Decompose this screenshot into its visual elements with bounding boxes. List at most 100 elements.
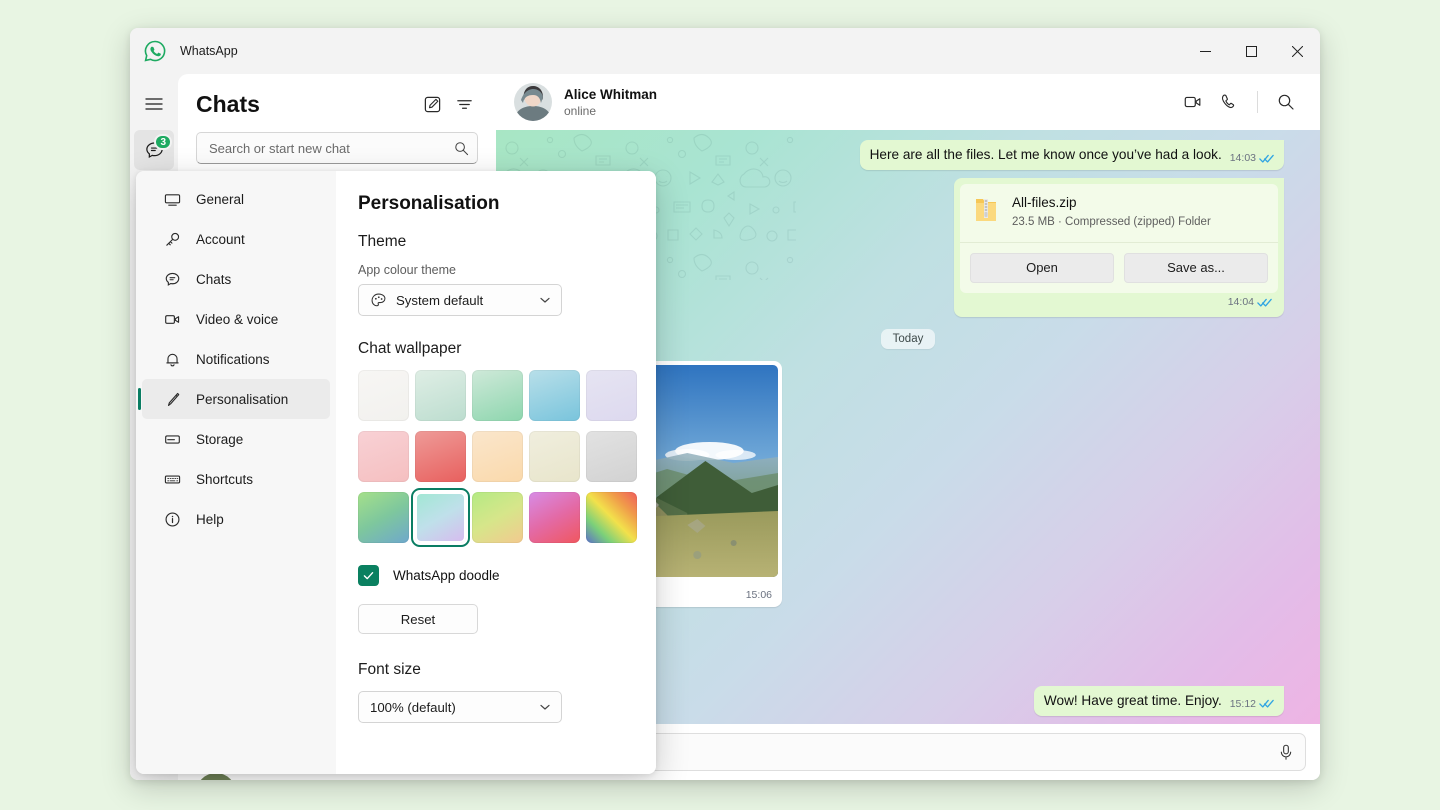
app-colour-theme-dropdown[interactable]: System default [358,284,562,316]
chevron-down-icon [539,701,551,713]
brush-icon [162,391,182,408]
sidebar-item-label: Video & voice [196,312,278,327]
sidebar-item-label: Personalisation [196,392,288,407]
divider [1257,91,1258,113]
file-actions: Open Save as... [960,243,1278,293]
filter-icon[interactable] [448,88,480,120]
sidebar-item-general[interactable]: General [142,179,330,219]
info-icon [162,511,182,528]
wallpaper-swatch-purple-red[interactable] [529,492,580,543]
swatch-colour [415,492,466,543]
avatar[interactable] [514,83,552,121]
sidebar-item-label: Shortcuts [196,472,253,487]
wallpaper-swatch-green[interactable] [472,370,523,421]
doodle-checkbox[interactable] [358,565,379,586]
phone-call-icon[interactable] [1213,86,1245,118]
new-chat-compose-icon[interactable] [416,88,448,120]
storage-icon [162,431,182,448]
message-time: 15:06 [746,588,772,602]
wallpaper-swatch-grey[interactable] [586,431,637,482]
chevron-down-icon [539,294,551,306]
wallpaper-swatch-lavender[interactable] [586,370,637,421]
sidebar-item-label: Account [196,232,245,247]
read-receipt-icon [1259,698,1274,709]
zip-folder-icon [974,196,1000,229]
app-colour-theme-value: System default [396,293,530,308]
sidebar-item-help[interactable]: Help [142,499,330,539]
swatch-colour [586,370,637,421]
wallpaper-swatch-pale-mint[interactable] [415,370,466,421]
wallpaper-swatch-green-blue[interactable] [358,492,409,543]
font-size-dropdown[interactable]: 100% (default) [358,691,562,723]
sidebar-item-chats[interactable]: Chats [142,259,330,299]
read-receipt-icon [1257,297,1272,308]
swatch-colour [586,431,637,482]
swatch-colour [415,370,466,421]
wallpaper-swatch-blue[interactable] [529,370,580,421]
wallpaper-swatch-mint-lilac[interactable] [415,492,466,543]
search-icon [454,141,469,156]
wallpaper-swatch-red[interactable] [415,431,466,482]
sidebar-item-notifications[interactable]: Notifications [142,339,330,379]
search-icon[interactable] [1270,86,1302,118]
sidebar-item-account[interactable]: Account [142,219,330,259]
message-bubble-outgoing[interactable]: Here are all the files. Let me know once… [860,140,1284,170]
app-title: WhatsApp [180,44,238,58]
wallpaper-swatch-rainbow[interactable] [586,492,637,543]
message-meta: 14:04 [1228,295,1272,309]
sidebar-item-label: Notifications [196,352,270,367]
swatch-colour [415,431,466,482]
sidebar-item-shortcuts[interactable]: Shortcuts [142,459,330,499]
video-camera-icon [162,311,182,328]
search-input[interactable] [209,141,454,156]
wallpaper-swatch-lime-peach[interactable] [472,492,523,543]
nav-rail-chats[interactable]: 3 [134,130,174,170]
sidebar-item-personalisation[interactable]: Personalisation [142,379,330,419]
swatch-colour [529,492,580,543]
wallpaper-swatch-peach[interactable] [472,431,523,482]
settings-dialog: General Account Chats Video & voice [136,171,656,774]
title-bar: WhatsApp [130,28,1320,74]
save-as-button[interactable]: Save as... [1124,253,1268,283]
window-controls [1182,28,1320,74]
font-size-value: 100% (default) [370,700,530,715]
swatch-colour [472,492,523,543]
message-bubble-outgoing[interactable]: Wow! Have great time. Enjoy. 15:12 [1034,686,1284,716]
conversation-actions [1177,86,1302,118]
maximize-button[interactable] [1228,28,1274,74]
file-card: All-files.zip 23.5 MB · Compressed (zipp… [960,184,1278,293]
bell-icon [162,351,182,368]
swatch-colour [472,431,523,482]
video-call-icon[interactable] [1177,86,1209,118]
keyboard-icon [162,471,182,488]
contact-status: online [564,104,1177,118]
wallpaper-swatch-pink[interactable] [358,431,409,482]
avatar [196,773,236,780]
wallpaper-swatch-cream[interactable] [529,431,580,482]
chats-unread-badge: 3 [154,134,172,150]
sidebar-item-storage[interactable]: Storage [142,419,330,459]
file-info: All-files.zip 23.5 MB · Compressed (zipp… [960,184,1278,243]
sidebar-item-video-voice[interactable]: Video & voice [142,299,330,339]
panel-title: Personalisation [358,193,628,215]
file-name: All-files.zip [1012,194,1266,212]
microphone-icon[interactable] [1277,743,1295,761]
wallpaper-swatch-off-white[interactable] [358,370,409,421]
message-text: Here are all the files. Let me know once… [870,146,1222,164]
message-bubble-file[interactable]: All-files.zip 23.5 MB · Compressed (zipp… [954,178,1284,317]
whatsapp-logo-icon [142,38,168,64]
search-box[interactable] [196,132,478,164]
wallpaper-swatch-grid [358,370,628,543]
swatch-colour [358,431,409,482]
open-file-button[interactable]: Open [970,253,1114,283]
minimize-button[interactable] [1182,28,1228,74]
doodle-toggle-row[interactable]: WhatsApp doodle [358,565,628,586]
contact-name: Alice Whitman [564,87,1177,102]
sidebar-item-label: Storage [196,432,243,447]
close-button[interactable] [1274,28,1320,74]
message-time: 14:03 [1230,151,1256,165]
reset-button[interactable]: Reset [358,604,478,634]
hamburger-menu-icon[interactable] [134,84,174,124]
message-meta: 15:12 [1230,697,1274,711]
message-meta: 14:03 [1230,151,1274,165]
